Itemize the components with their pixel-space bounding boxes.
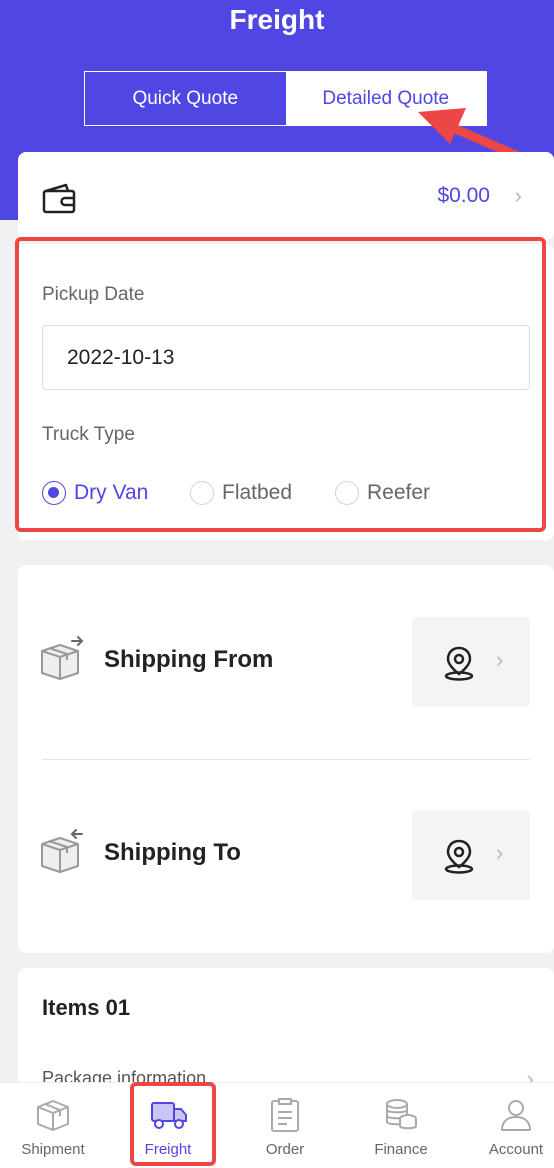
box-icon: [37, 1100, 69, 1131]
bottom-tab-bar: Shipment Freight Order Finance Account: [0, 1082, 554, 1168]
wallet-balance-row[interactable]: $0.00 ›: [18, 152, 554, 240]
tab-finance[interactable]: Finance: [346, 1083, 456, 1168]
items-title: Items 01: [42, 995, 131, 1020]
shipping-from-location-button[interactable]: ›: [412, 617, 530, 707]
package-in-icon: [38, 828, 86, 881]
tab-shipment[interactable]: Shipment: [0, 1083, 108, 1168]
user-icon: [501, 1100, 531, 1131]
chevron-right-icon: ›: [496, 647, 504, 672]
divider: [42, 759, 530, 760]
highlight-box: [15, 237, 546, 532]
coins-icon: [386, 1099, 417, 1130]
location-pin-icon: [444, 839, 474, 874]
shipping-to-label: Shipping To: [104, 839, 241, 866]
chevron-right-icon: ›: [496, 840, 504, 865]
page-title: Freight: [229, 4, 325, 35]
tab-label: Finance: [374, 1141, 428, 1158]
shipping-from-row: Shipping From ›: [18, 613, 554, 709]
shipping-card: Shipping From › Shipping To ›: [18, 565, 554, 953]
tab-quick-quote[interactable]: Quick Quote: [85, 72, 286, 125]
tab-label: Shipment: [21, 1141, 85, 1158]
tab-label: Order: [265, 1141, 305, 1158]
chevron-right-icon: ›: [514, 183, 522, 208]
tab-order[interactable]: Order: [230, 1083, 340, 1168]
package-out-icon: [38, 635, 86, 688]
shipping-to-location-button[interactable]: ›: [412, 810, 530, 900]
tab-account[interactable]: Account: [461, 1083, 554, 1168]
tab-label: Account: [488, 1141, 544, 1158]
clipboard-icon: [271, 1098, 299, 1132]
highlight-box: [130, 1082, 216, 1166]
wallet-amount: $0.00: [437, 184, 490, 207]
location-pin-icon: [444, 646, 474, 681]
shipping-from-label: Shipping From: [104, 646, 274, 673]
shipping-to-row: Shipping To ›: [18, 806, 554, 902]
wallet-icon: [42, 182, 76, 219]
